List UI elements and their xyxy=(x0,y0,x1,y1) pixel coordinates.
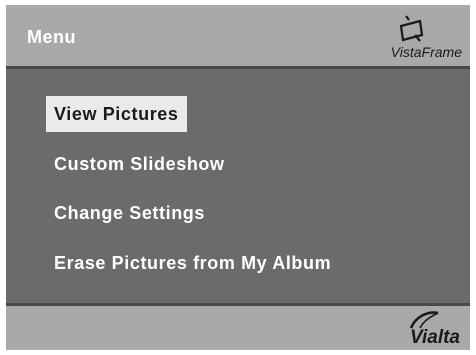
menu-item-erase-pictures[interactable]: Erase Pictures from My Album xyxy=(46,245,339,281)
menu-item-change-settings[interactable]: Change Settings xyxy=(46,195,213,231)
menu-item-view-pictures[interactable]: View Pictures xyxy=(46,96,187,132)
vistaframe-brand: VistaFrame xyxy=(352,13,462,61)
vialta-brand: Vialta xyxy=(380,308,460,350)
vistaframe-logo-icon xyxy=(399,15,424,42)
main-menu: View Pictures Custom Slideshow Change Se… xyxy=(6,69,470,303)
page-title: Menu xyxy=(27,27,76,47)
vialta-logo-text: Vialta xyxy=(410,327,460,348)
vistaframe-logo-text: VistaFrame xyxy=(390,44,462,60)
header-bar: Menu VistaFrame xyxy=(6,5,470,66)
menu-item-custom-slideshow[interactable]: Custom Slideshow xyxy=(46,146,233,182)
menu-screen: Menu VistaFrame View Pictures Custom Sli… xyxy=(6,5,470,350)
footer-bar: Vialta xyxy=(6,306,470,350)
